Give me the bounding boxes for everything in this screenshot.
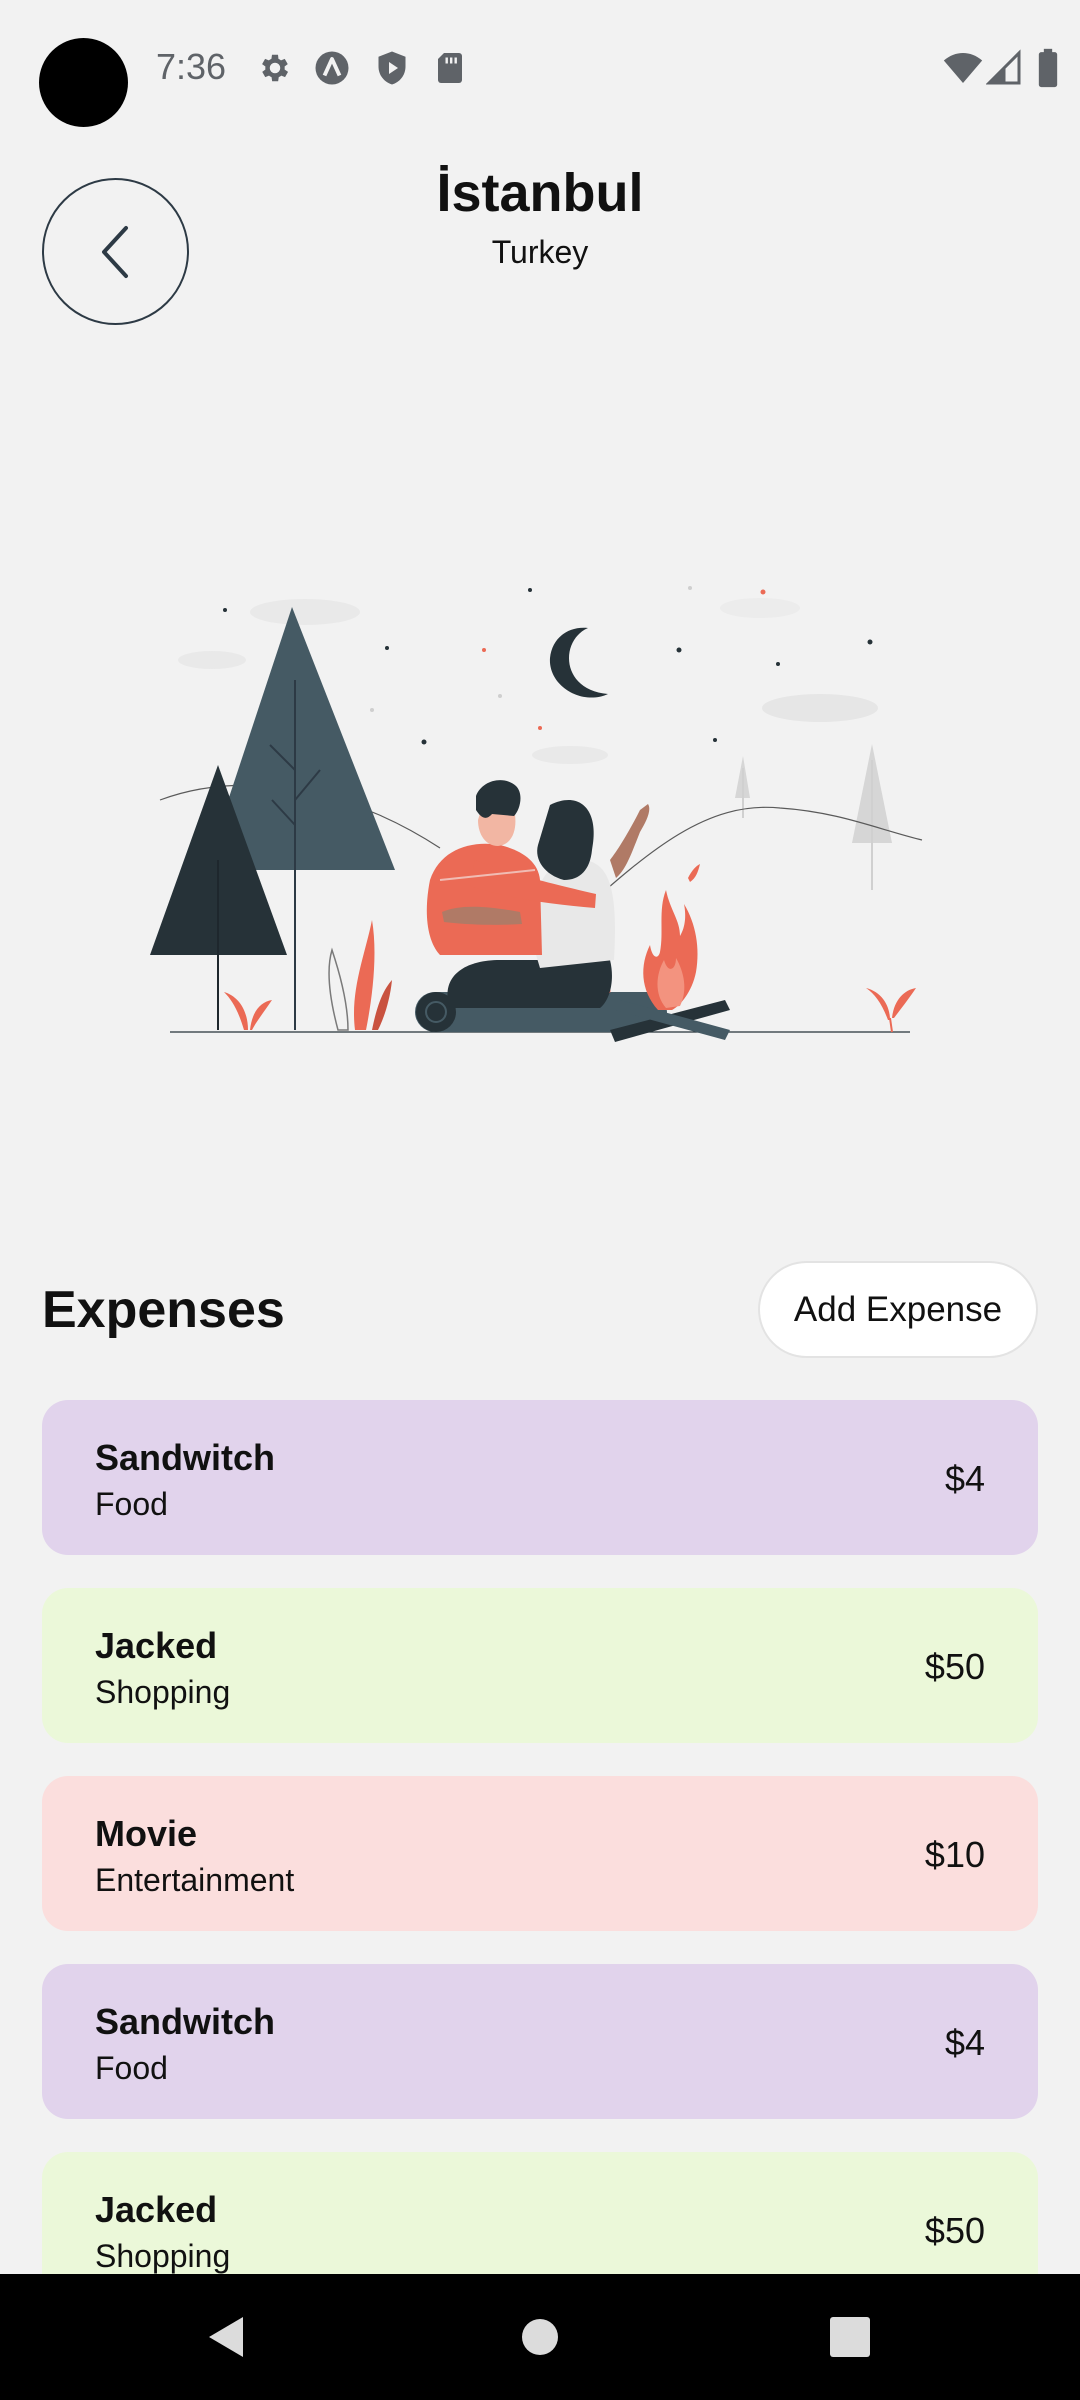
nav-recents-button[interactable] <box>790 2274 910 2400</box>
signal-icon <box>986 49 1021 85</box>
expense-name: Movie <box>95 1813 198 1854</box>
expense-category: Entertainment <box>95 1862 295 1898</box>
couple-campfire-illustration <box>150 586 923 1042</box>
battery-icon <box>1038 48 1058 88</box>
nav-back-icon <box>209 2317 243 2357</box>
nav-home-button[interactable] <box>480 2274 600 2400</box>
nav-home-icon <box>522 2319 558 2355</box>
app-a-icon <box>315 51 349 85</box>
nav-back-button[interactable] <box>165 2274 285 2400</box>
expense-card[interactable]: Jacked Shopping $50 <box>42 2152 1038 2274</box>
country-subtitle: Turkey <box>491 234 589 270</box>
expense-amount: $4 <box>944 2022 985 2063</box>
expense-amount: $4 <box>944 1458 985 1499</box>
gear-icon <box>262 54 289 82</box>
shield-play-icon <box>378 51 406 85</box>
expense-name: Sandwitch <box>95 2001 276 2042</box>
expense-category: Food <box>95 2050 168 2086</box>
expense-category: Food <box>95 1486 168 1522</box>
nav-recents-icon <box>830 2317 870 2357</box>
expense-name: Jacked <box>95 2189 218 2230</box>
navigation-bar <box>0 2274 1080 2400</box>
expense-card[interactable]: Movie Entertainment $10 <box>42 1776 1038 1931</box>
expense-amount: $50 <box>924 2210 985 2251</box>
expense-name: Jacked <box>95 1625 218 1666</box>
sd-card-icon <box>438 53 462 83</box>
expense-name: Sandwitch <box>95 1437 276 1478</box>
screen: 7:36 İstanbul Turkey Expenses Add Expens… <box>0 0 1080 2400</box>
status-bar: 7:36 <box>0 0 1080 136</box>
status-time: 7:36 <box>156 46 227 87</box>
expense-card[interactable]: Jacked Shopping $50 <box>42 1588 1038 1743</box>
expense-card[interactable]: Sandwitch Food $4 <box>42 1964 1038 2119</box>
expense-amount: $50 <box>924 1646 985 1687</box>
expense-card[interactable]: Sandwitch Food $4 <box>42 1400 1038 1555</box>
city-title: İstanbul <box>436 163 644 223</box>
camera-cutout <box>39 38 128 127</box>
expense-category: Shopping <box>95 2238 231 2274</box>
expense-list[interactable]: Sandwitch Food $4 Jacked Shopping $50 Mo… <box>42 1400 1038 2274</box>
expense-amount: $10 <box>924 1834 985 1875</box>
add-expense-button[interactable]: Add Expense <box>758 1261 1038 1358</box>
expenses-title: Expenses <box>42 1281 285 1339</box>
expense-category: Shopping <box>95 1674 231 1710</box>
wifi-icon <box>943 53 983 83</box>
